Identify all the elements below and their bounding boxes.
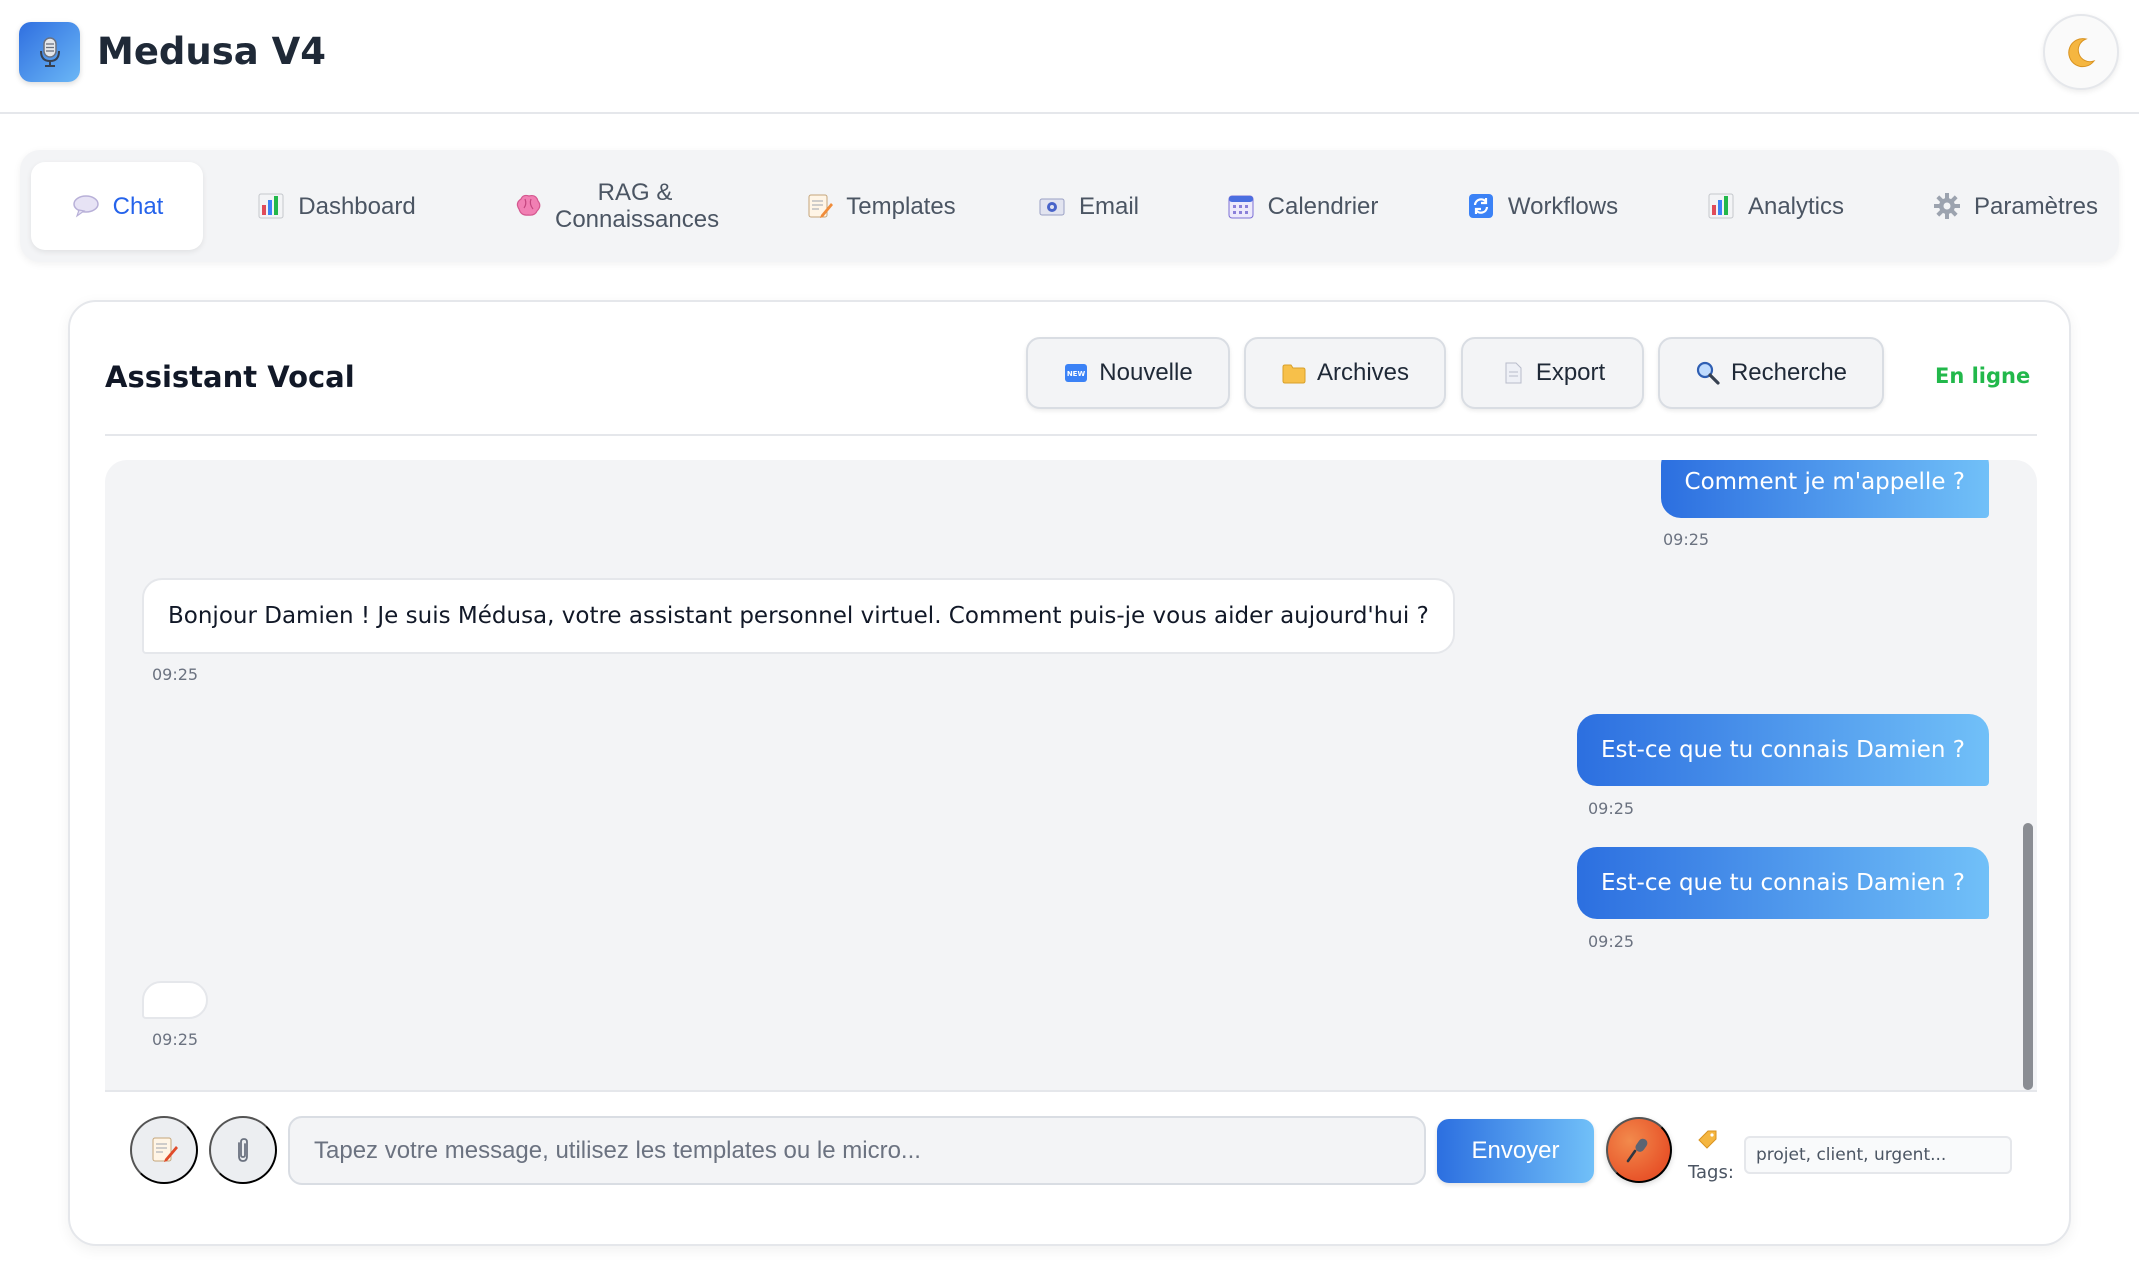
new-conversation-button[interactable]: NEW Nouvelle xyxy=(1026,337,1230,409)
memo-icon xyxy=(804,191,834,221)
tag-icon xyxy=(1698,1130,1717,1149)
chat-bubble-icon xyxy=(71,191,101,221)
email-icon xyxy=(1037,191,1067,221)
search-button[interactable]: Recherche xyxy=(1658,337,1884,409)
tab-parametres[interactable]: Paramètres xyxy=(1926,162,2104,250)
attach-button[interactable] xyxy=(209,1116,277,1184)
message-time: 09:25 xyxy=(152,1030,199,1049)
tab-dashboard-label: Dashboard xyxy=(298,192,416,220)
paperclip-icon xyxy=(238,1138,248,1162)
tags-label-block: Tags: xyxy=(1688,1128,1736,1186)
tab-analytics-label: Analytics xyxy=(1747,192,1845,220)
export-label: Export xyxy=(1535,359,1606,386)
user-message: Comment je m'appelle ? xyxy=(1660,460,1989,518)
export-button[interactable]: Export xyxy=(1461,337,1644,409)
folder-icon xyxy=(1282,364,1306,384)
message-text: Bonjour Damien ! Je suis Médusa, votre a… xyxy=(168,603,1429,629)
microphone-button[interactable] xyxy=(1606,1117,1672,1183)
tab-analytics[interactable]: Analytics xyxy=(1695,162,1855,250)
message-time: 09:25 xyxy=(1588,799,1635,818)
send-button[interactable]: Envoyer xyxy=(1437,1119,1594,1183)
app-title: Medusa V4 xyxy=(97,30,326,73)
tab-workflows-label: Workflows xyxy=(1507,192,1619,220)
calendar-icon xyxy=(1226,191,1256,221)
tab-calendrier[interactable]: Calendrier xyxy=(1216,162,1388,250)
message-time: 09:25 xyxy=(152,665,199,684)
tab-templates[interactable]: Templates xyxy=(790,162,970,250)
search-label: Recherche xyxy=(1730,359,1848,386)
tags-input[interactable] xyxy=(1744,1136,2012,1174)
tab-calendrier-label: Calendrier xyxy=(1267,192,1379,220)
memo-icon xyxy=(152,1137,178,1162)
chat-title: Assistant Vocal xyxy=(105,360,355,394)
user-message: Est-ce que tu connais Damien ? xyxy=(1577,714,1989,786)
tab-templates-label: Templates xyxy=(846,192,956,220)
message-time: 09:25 xyxy=(1588,932,1635,951)
app-header: Medusa V4 xyxy=(0,0,2139,114)
new-badge-icon: NEW xyxy=(1065,364,1088,382)
archives-label: Archives xyxy=(1316,359,1410,386)
templates-button[interactable] xyxy=(130,1116,198,1184)
microphone-icon xyxy=(19,22,80,82)
tab-dashboard[interactable]: Dashboard xyxy=(241,162,431,250)
assistant-message xyxy=(142,981,208,1019)
message-text: Est-ce que tu connais Damien ? xyxy=(1601,870,1965,896)
archives-button[interactable]: Archives xyxy=(1244,337,1446,409)
theme-toggle-button[interactable] xyxy=(2043,14,2119,90)
search-icon xyxy=(1696,361,1720,385)
message-time: 09:25 xyxy=(1663,530,1710,549)
message-text: Comment je m'appelle ? xyxy=(1684,468,1965,495)
divider xyxy=(105,1090,2037,1092)
scrollbar-thumb[interactable] xyxy=(2023,823,2033,1090)
new-conversation-label: Nouvelle xyxy=(1099,359,1193,386)
tab-parametres-label: Paramètres xyxy=(1973,192,2099,220)
tab-email-label: Email xyxy=(1078,192,1139,220)
main-navigation: Chat Dashboard RAG & Connaissances Templ… xyxy=(20,150,2119,262)
tab-email[interactable]: Email xyxy=(1023,162,1153,250)
microphone-icon xyxy=(1626,1138,1648,1163)
tab-workflows[interactable]: Workflows xyxy=(1456,162,1628,250)
divider xyxy=(105,434,2037,436)
assistant-message: Bonjour Damien ! Je suis Médusa, votre a… xyxy=(142,578,1455,654)
moon-icon xyxy=(2068,38,2096,68)
brain-icon xyxy=(513,191,543,221)
chat-panel: Assistant Vocal NEW Nouvelle Archives Ex… xyxy=(68,300,2071,1246)
tab-chat-label: Chat xyxy=(112,192,164,220)
refresh-icon xyxy=(1466,191,1496,221)
svg-text:NEW: NEW xyxy=(1067,370,1086,378)
message-input[interactable] xyxy=(288,1116,1426,1185)
bar-chart-icon xyxy=(256,191,286,221)
tab-rag-connaissances-label: RAG & Connaissances xyxy=(555,179,720,233)
message-text: Est-ce que tu connais Damien ? xyxy=(1601,737,1965,763)
tab-rag-connaissances[interactable]: RAG & Connaissances xyxy=(489,162,739,250)
messages-list[interactable]: Comment je m'appelle ? 09:25 Bonjour Dam… xyxy=(105,460,2037,1090)
document-icon xyxy=(1505,362,1522,384)
bar-chart-icon xyxy=(1706,191,1736,221)
status-badge: En ligne xyxy=(1935,364,2031,388)
user-message: Est-ce que tu connais Damien ? xyxy=(1577,847,1989,919)
gear-icon xyxy=(1932,191,1962,221)
tab-chat[interactable]: Chat xyxy=(31,162,203,250)
tags-label: Tags: xyxy=(1688,1162,1734,1183)
